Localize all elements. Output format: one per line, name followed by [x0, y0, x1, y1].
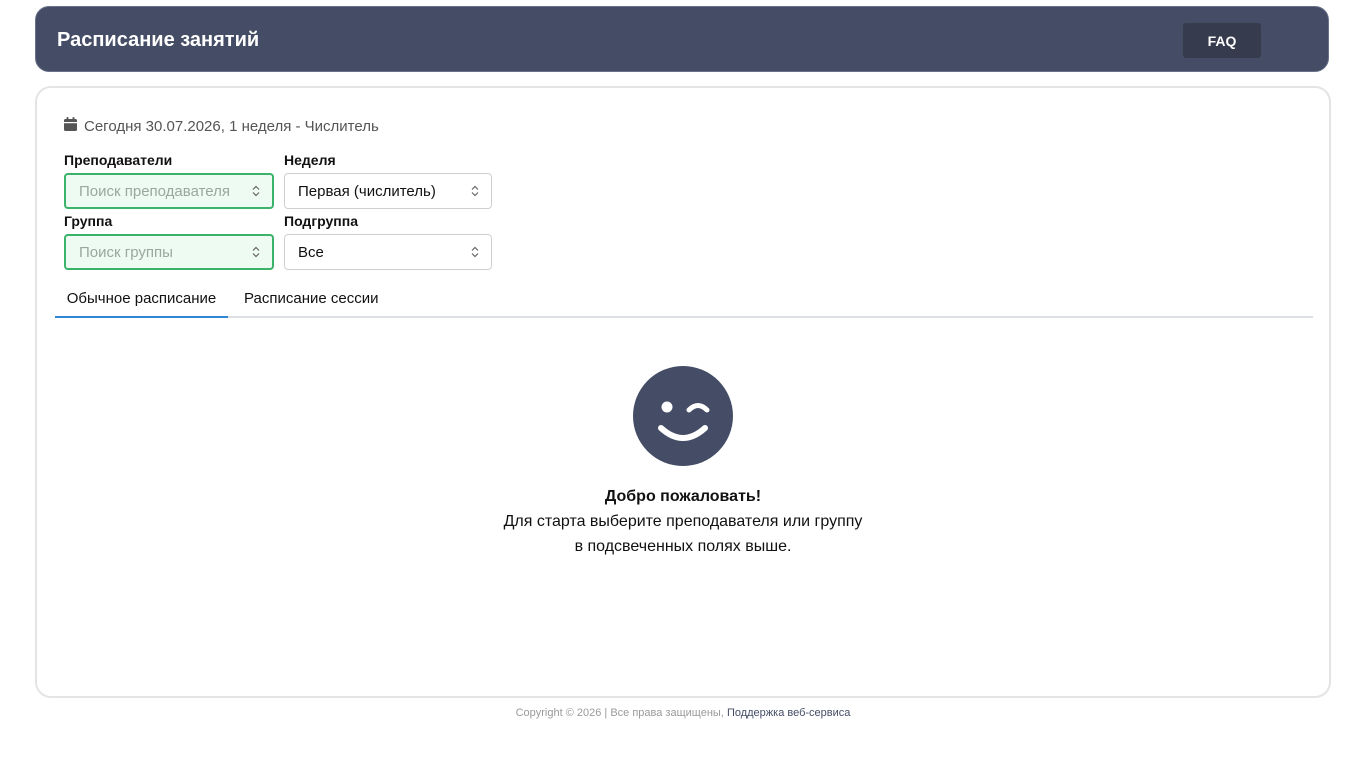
wink-smiley-icon — [633, 366, 733, 466]
welcome-block: Добро пожаловать! Для старта выберите пр… — [37, 366, 1329, 556]
week-value: Первая (числитель) — [298, 182, 436, 200]
main-panel: Сегодня 30.07.2026, 1 неделя - Числитель… — [35, 86, 1331, 698]
group-label: Группа — [64, 213, 113, 229]
welcome-title: Добро пожаловать! — [604, 488, 762, 505]
week-select[interactable]: Первая (числитель) — [284, 173, 492, 209]
select-arrows-icon — [252, 246, 260, 258]
group-search-select[interactable]: Поиск группы — [64, 234, 274, 270]
calendar-icon — [64, 117, 77, 135]
subgroup-select[interactable]: Все — [284, 234, 492, 270]
faq-button[interactable]: FAQ — [1183, 23, 1261, 58]
teacher-search-placeholder: Поиск преподавателя — [79, 182, 231, 200]
select-arrows-icon — [471, 185, 479, 197]
schedule-tabs: Обычное расписание Расписание сессии — [55, 290, 1313, 318]
footer-copyright: Copyright © 2026 | Все права защищены, — [515, 707, 724, 719]
today-info: Сегодня 30.07.2026, 1 неделя - Числитель — [64, 117, 379, 135]
subgroup-label: Подгруппа — [284, 213, 358, 229]
app-title: Расписание занятий — [57, 29, 260, 51]
subgroup-value: Все — [298, 243, 324, 261]
tab-regular-schedule[interactable]: Обычное расписание — [55, 290, 228, 318]
teachers-label: Преподаватели — [64, 152, 173, 168]
teacher-search-select[interactable]: Поиск преподавателя — [64, 173, 274, 209]
welcome-line-1: Для старта выберите преподавателя или гр… — [503, 513, 863, 530]
app-header: Расписание занятий FAQ — [35, 6, 1329, 72]
tab-session-schedule[interactable]: Расписание сессии — [244, 290, 378, 316]
group-search-placeholder: Поиск группы — [79, 243, 173, 261]
week-label: Неделя — [284, 152, 336, 168]
footer: Copyright © 2026 | Все права защищены, П… — [0, 707, 1366, 719]
select-arrows-icon — [252, 185, 260, 197]
select-arrows-icon — [471, 246, 479, 258]
support-link[interactable]: Поддержка веб-сервиса — [727, 707, 850, 719]
welcome-line-2: в подсвеченных полях выше. — [574, 538, 792, 555]
today-text: Сегодня 30.07.2026, 1 неделя - Числитель — [84, 117, 379, 135]
